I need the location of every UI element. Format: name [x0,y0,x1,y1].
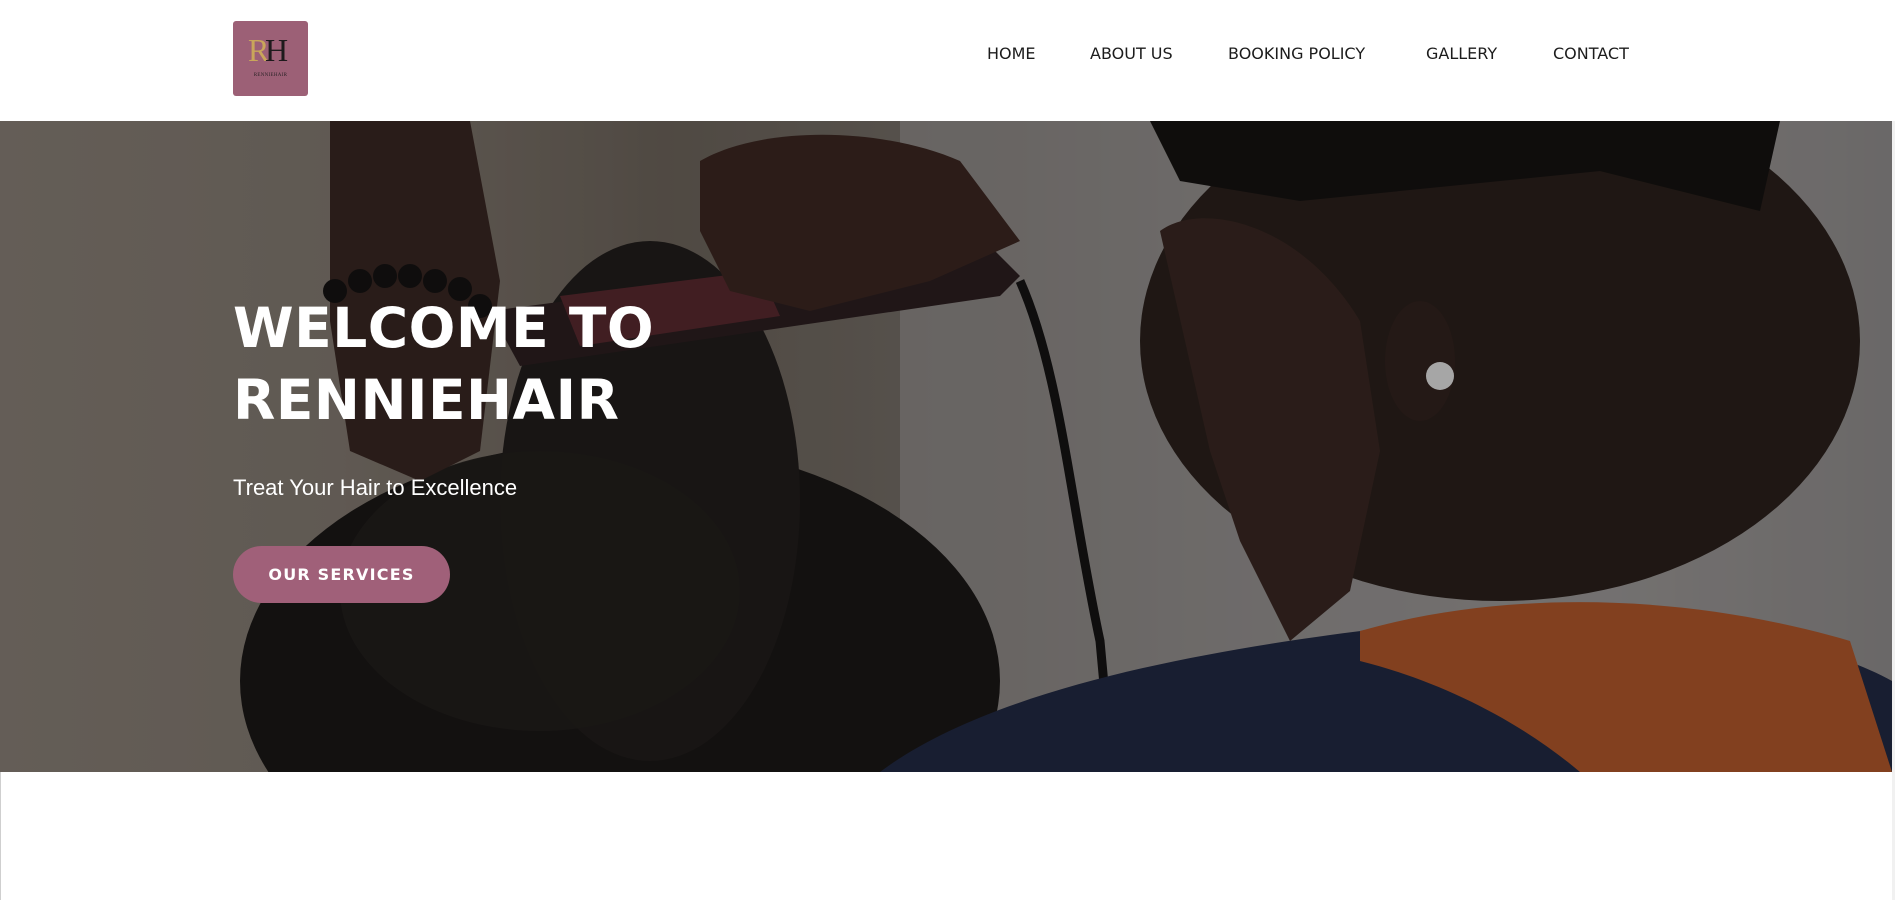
hero-overlay [0,121,1892,772]
logo-wordmark: RENNIEHAIR [253,73,288,78]
page-edge-left [0,772,1,900]
hero-title-line2: RENNIEHAIR [233,368,620,432]
hero-banner [0,121,1892,772]
hero-title-line1: WELCOME TO [233,296,655,360]
nav-about-us[interactable]: ABOUT US [1090,44,1173,63]
our-services-button[interactable]: OUR SERVICES [233,546,450,603]
nav-booking-policy[interactable]: BOOKING POLICY [1228,44,1365,63]
logo-letter-h: H [265,32,289,68]
site-logo[interactable]: R H RENNIEHAIR [233,21,308,96]
nav-gallery[interactable]: GALLERY [1426,44,1497,63]
hero-subtitle: Treat Your Hair to Excellence [233,475,518,500]
site-header: R H RENNIEHAIR HOME ABOUT US BOOKING POL… [0,0,1895,121]
nav-home[interactable]: HOME [987,44,1036,63]
hero-title: WELCOME TO RENNIEHAIR [233,292,654,436]
nav-contact[interactable]: CONTACT [1553,44,1629,63]
